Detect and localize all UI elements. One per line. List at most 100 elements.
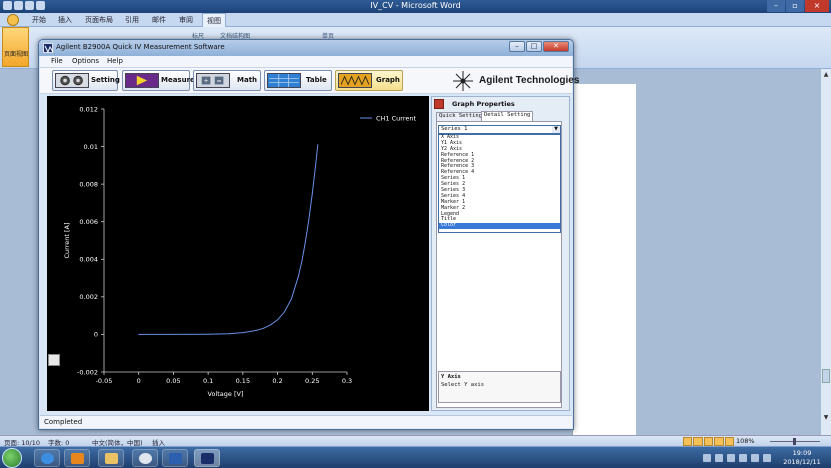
data-point	[138, 333, 140, 335]
table-label: Table	[306, 76, 327, 84]
zoom-level[interactable]: 108%	[736, 437, 755, 445]
graph-properties-panel: Graph Properties Quick Setting Detail Se…	[431, 96, 570, 411]
measure-label: Measure	[161, 76, 195, 84]
clock-date: 2018/12/11	[783, 458, 821, 466]
graph-properties-icon	[434, 99, 444, 109]
y-axis-label: Current [A]	[63, 223, 71, 259]
app-logo-icon	[43, 43, 54, 54]
taskbar-clock[interactable]: 19:09 2018/12/11	[777, 449, 827, 467]
x-tick-label: 0.3	[342, 377, 352, 385]
data-point	[301, 260, 303, 262]
series-line-ch1	[138, 144, 319, 335]
ribbon-tab-view[interactable]: 视图	[202, 13, 226, 27]
setting-button[interactable]: Setting	[52, 70, 120, 91]
graph-label: Graph	[376, 76, 400, 84]
print-layout-view-button[interactable]: 页面视图	[2, 27, 29, 67]
taskbar-qq[interactable]	[132, 449, 158, 467]
graph-corner-icon[interactable]	[48, 354, 60, 366]
agilent-brand-text: Agilent Technologies	[479, 75, 580, 86]
folder-icon	[105, 453, 118, 464]
word-maximize-button[interactable]: ▫	[786, 0, 804, 12]
scroll-down-icon[interactable]: ▼	[822, 414, 830, 422]
scroll-up-icon[interactable]: ▲	[822, 71, 830, 79]
document-page[interactable]	[572, 84, 636, 435]
agilent-title-bar[interactable]: Agilent B2900A Quick IV Measurement Soft…	[39, 40, 573, 56]
math-button[interactable]: + = Math	[193, 70, 261, 91]
description-text: Select Y axis	[441, 382, 485, 388]
ribbon-tab-layout[interactable]: 页面布局	[85, 15, 113, 25]
data-point	[311, 193, 313, 195]
y-tick-label: 0	[94, 331, 98, 339]
ribbon-tab-home[interactable]: 开始	[32, 15, 46, 25]
agilent-window: Agilent B2900A Quick IV Measurement Soft…	[38, 39, 579, 430]
word-icon	[169, 453, 182, 464]
calculator-icon: + =	[196, 73, 230, 88]
ie-icon	[41, 453, 54, 464]
series-dropdown-list[interactable]: X Axis Y1 Axis Y2 Axis Reference 1 Reference…	[438, 134, 561, 233]
agilent-status-bar: Completed	[40, 415, 572, 428]
graph-properties-title: Graph Properties	[452, 100, 515, 108]
data-point	[228, 333, 230, 335]
svg-text:+: +	[204, 78, 209, 85]
ribbon-tab-insert[interactable]: 插入	[58, 15, 72, 25]
agilent-minimize-button[interactable]: –	[509, 41, 525, 52]
system-tray[interactable]	[703, 454, 773, 462]
tab-quick-setting[interactable]: Quick Setting	[436, 112, 486, 121]
series-select-value: Series 1	[441, 126, 468, 132]
x-tick-label: 0.25	[305, 377, 319, 385]
office-button-icon[interactable]	[2, 14, 24, 26]
taskbar-explorer[interactable]	[98, 449, 124, 467]
dropdown-option[interactable]: Color	[439, 222, 560, 230]
menu-file[interactable]: File	[51, 57, 63, 65]
series-select[interactable]: Series 1 ▼	[438, 125, 561, 134]
start-button[interactable]	[2, 448, 22, 468]
ribbon-tab-references[interactable]: 引用	[125, 15, 139, 25]
scroll-thumb[interactable]	[822, 369, 830, 383]
measure-button[interactable]: Measure	[122, 70, 195, 91]
tab-detail-setting[interactable]: Detail Setting	[481, 111, 534, 121]
data-point	[263, 327, 265, 329]
windows-taskbar: 19:09 2018/12/11	[0, 446, 831, 468]
status-text: Completed	[44, 418, 83, 426]
taskbar-agilent[interactable]	[194, 449, 220, 467]
y-tick-label: -0.002	[77, 368, 98, 376]
svg-text:=: =	[217, 78, 222, 85]
menu-options[interactable]: Options	[72, 57, 99, 65]
data-point	[290, 298, 292, 300]
x-tick-label: -0.05	[96, 377, 113, 385]
ribbon-tab-review[interactable]: 审阅	[179, 15, 193, 25]
zoom-slider-thumb[interactable]	[793, 438, 796, 445]
agilent-close-button[interactable]: ✕	[543, 41, 569, 52]
ribbon-tab-mailings[interactable]: 邮件	[152, 15, 166, 25]
y-tick-label: 0.01	[84, 143, 98, 151]
gears-icon	[55, 73, 89, 88]
taskbar-media[interactable]	[64, 449, 90, 467]
agilent-app-icon	[201, 453, 214, 464]
taskbar-word[interactable]	[162, 449, 188, 467]
word-minimize-button[interactable]: –	[767, 0, 785, 12]
y-tick-label: 0.008	[79, 180, 98, 188]
qq-icon	[139, 453, 152, 464]
data-point	[207, 333, 209, 335]
play-icon	[125, 73, 159, 88]
x-axis-label: Voltage [V]	[208, 390, 244, 398]
media-player-icon	[71, 453, 84, 464]
word-close-button[interactable]: ×	[805, 0, 829, 12]
word-status-bar: 页面: 10/10 字数: 0 中文(简体，中国) 插入 108%	[0, 435, 831, 447]
menu-bar: File Options Help	[40, 56, 572, 68]
table-button[interactable]: Table	[264, 70, 332, 91]
taskbar-ie[interactable]	[34, 449, 60, 467]
property-description: Y Axis Select Y axis	[438, 371, 561, 403]
legend-label: CH1 Current	[376, 115, 416, 123]
chevron-down-icon[interactable]: ▼	[552, 126, 560, 133]
data-point	[172, 333, 174, 335]
word-vertical-scrollbar[interactable]: ▲ ▼	[820, 69, 831, 435]
iv-graph[interactable]: -0.05 0 0.05 0.1 0.15 0.2 0.25 0.3 -0.002 0 0.002 0…	[47, 96, 429, 411]
menu-help[interactable]: Help	[107, 57, 123, 65]
agilent-maximize-button[interactable]: □	[526, 41, 542, 52]
print-layout-label: 页面视图	[4, 51, 29, 58]
graph-button[interactable]: Graph	[335, 70, 403, 91]
word-ribbon-tabs: 开始 插入 页面布局 引用 邮件 审阅 视图	[0, 13, 831, 27]
x-tick-label: 0.1	[203, 377, 213, 385]
view-buttons[interactable]	[683, 437, 735, 446]
